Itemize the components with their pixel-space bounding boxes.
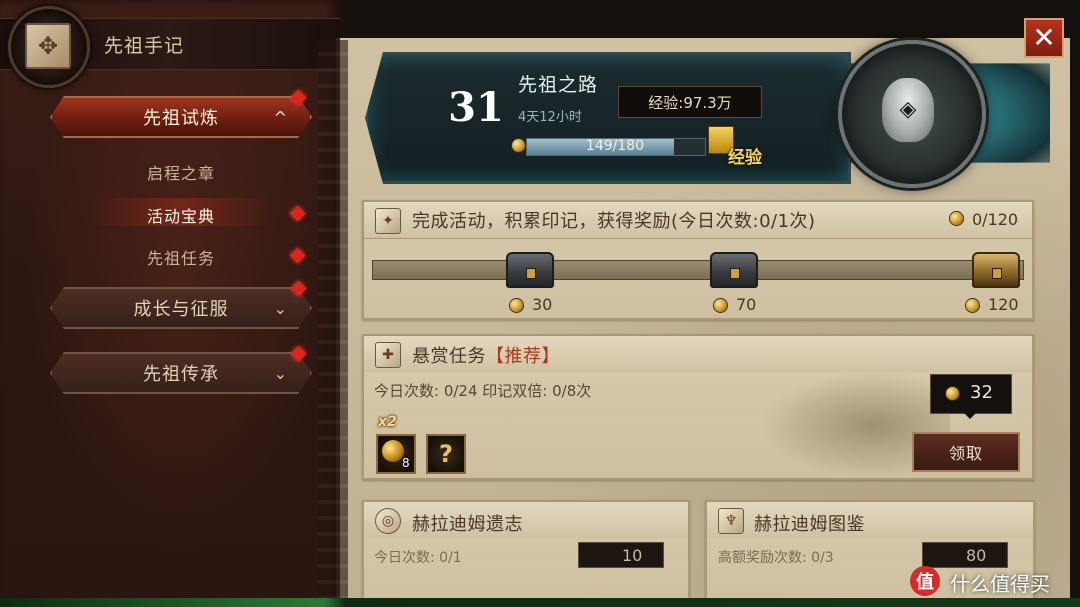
gold-chest-icon[interactable] [972, 252, 1020, 288]
bounty-title: 悬赏任务【推荐】 [412, 342, 560, 368]
reward-amount: 80 [966, 546, 987, 565]
reward-box [922, 542, 1008, 568]
sub-item-activity-guide[interactable]: 活动宝典 [50, 203, 312, 227]
reward-amount: 32 [970, 382, 993, 403]
item-count: 8 [402, 456, 410, 470]
nav-growth-conquest[interactable]: 成长与征服 ⌄ [50, 287, 312, 329]
time-remaining: 4天12小时 [518, 110, 582, 125]
milestone-label: 120 [988, 295, 1019, 314]
card-title: 赫拉迪姆遗志 [412, 514, 523, 535]
card-stats: 今日次数: 0/1 [374, 550, 462, 566]
coin-icon [946, 387, 959, 400]
level-number: 31 [448, 84, 504, 131]
coin-icon [966, 299, 979, 312]
season-title: 先祖之路 [518, 74, 599, 96]
lock-icon [526, 268, 536, 279]
chevron-down-icon: ⌄ [273, 299, 288, 318]
orb-icon [382, 440, 404, 462]
bounty-title-text: 悬赏任务 [412, 346, 486, 367]
nav-ancestor-trials[interactable]: 先祖试炼 ^ [50, 96, 312, 138]
chest-icon[interactable] [710, 252, 758, 288]
panel-title: 先祖手记 [104, 35, 185, 57]
coin-icon [512, 139, 525, 152]
chevron-up-icon: ^ [273, 108, 288, 127]
lock-icon [992, 268, 1002, 279]
coin-icon [714, 299, 727, 312]
watermark-text: 什么值得买 [950, 572, 1050, 596]
milestone-track [372, 260, 1024, 280]
demon-head-icon: ♆ [718, 508, 744, 534]
recommend-tag: 【推荐】 [486, 346, 560, 367]
reward-amount: 10 [622, 546, 643, 565]
thorn-border [318, 40, 348, 600]
nav-label: 先祖试炼 [143, 108, 219, 129]
card-title: 赫拉迪姆图鉴 [754, 514, 865, 535]
milestone-label: 70 [736, 295, 757, 314]
coin-icon [510, 299, 523, 312]
nav-label: 先祖传承 [143, 364, 219, 385]
reward-box [578, 542, 664, 568]
watermark-logo: 值 [910, 566, 940, 596]
book-icon-frame: ✥ [8, 6, 90, 88]
progress-text: 149/180 [585, 138, 645, 154]
coin-icon [950, 212, 963, 225]
card-stats: 高额奖励次数: 0/3 [718, 550, 834, 566]
season-banner [365, 52, 851, 184]
multiplier-badge: x2 [378, 414, 397, 430]
spiral-icon: ◎ [375, 508, 401, 534]
claim-button[interactable]: 领取 [912, 432, 1020, 472]
reward-box-pointer [961, 410, 979, 419]
close-button[interactable]: ✕ [1024, 18, 1064, 58]
bounty-icon: ✚ [375, 342, 401, 368]
question-icon: ? [439, 440, 453, 468]
milestone-label: 30 [532, 295, 553, 314]
bottom-strip [0, 598, 1080, 607]
sub-item-ancestor-quests[interactable]: 先祖任务 [50, 245, 312, 269]
exp-badge: 经验:97.3万 [618, 86, 762, 118]
lock-icon [730, 268, 740, 279]
chevron-down-icon: ⌄ [273, 364, 288, 383]
activity-title: 完成活动，积累印记，获得奖励(今日次数:0/1次) [412, 211, 816, 232]
sub-item-start-chapter[interactable]: 启程之章 [50, 160, 312, 184]
book-icon: ✥ [25, 23, 71, 69]
scroll-icon: ✦ [375, 208, 401, 234]
activity-total: 0/120 [972, 210, 1019, 229]
nav-label: 成长与征服 [133, 299, 229, 320]
nav-ancestor-legacy[interactable]: 先祖传承 ⌄ [50, 352, 312, 394]
close-icon: ✕ [1032, 21, 1056, 54]
chest-icon[interactable] [506, 252, 554, 288]
bounty-stats: 今日次数: 0/24 印记双倍: 0/8次 [374, 382, 592, 400]
skull-emblem-icon: ◈ [882, 78, 934, 142]
exp-reward-label: 经验 [728, 148, 762, 168]
